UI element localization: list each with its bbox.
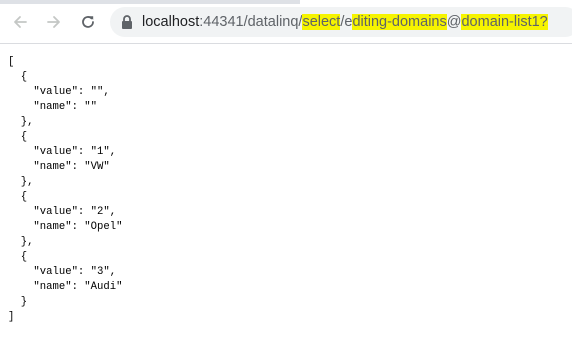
address-bar[interactable]: localhost:44341/datalinq/select/editing-… [110,7,572,37]
url-path-datalinq: /datalinq/ [243,14,303,30]
lock-icon[interactable] [120,14,134,30]
forward-button[interactable] [40,8,68,36]
reload-button[interactable] [74,8,102,36]
url-highlight-select: select [302,14,341,30]
url-highlight-editing-domains: diting-domains [352,14,447,30]
back-button[interactable] [6,8,34,36]
url-text[interactable]: localhost:44341/datalinq/select/editing-… [142,13,548,31]
url-highlight-domain-list: domain-list1? [461,14,548,30]
json-response: [ { "value": "", "name": "" }, { "value"… [8,56,123,323]
url-path-slash: /e [340,14,353,30]
tab-strip [0,0,300,4]
url-port: :44341 [199,14,244,30]
forward-arrow-icon [47,16,60,28]
back-arrow-icon [14,16,27,28]
url-at-sign: @ [446,14,462,30]
url-host: localhost [142,14,200,30]
reload-icon [82,16,94,28]
browser-toolbar: localhost:44341/datalinq/select/editing-… [0,0,572,44]
